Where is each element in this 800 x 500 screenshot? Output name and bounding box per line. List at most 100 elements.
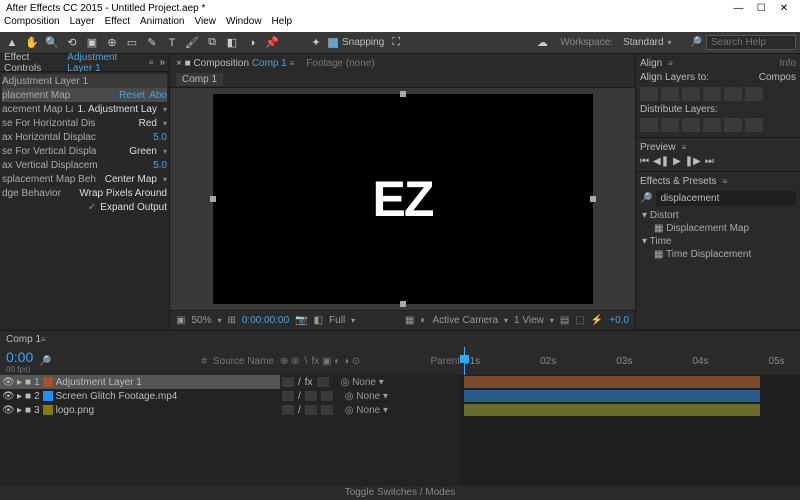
val-edge[interactable]: Wrap Pixels Around	[79, 188, 167, 199]
layer-row-2[interactable]: 👁▸■2Screen Glitch Footage.mp4	[0, 389, 280, 403]
view-dropdown[interactable]: 1 View	[514, 315, 544, 326]
layer-bar-2[interactable]	[464, 390, 760, 402]
hand-tool-icon[interactable]: ✋	[24, 35, 40, 51]
timeline-timecode[interactable]: 0:00	[6, 349, 33, 365]
menu-view[interactable]: View	[194, 16, 216, 32]
layer-bar-1[interactable]	[464, 376, 760, 388]
val-vert[interactable]: Green	[129, 146, 157, 157]
preset-group-distort[interactable]: ▾ Distort	[640, 209, 796, 222]
snap-opt-icon[interactable]: ⛶	[388, 35, 404, 51]
val-max-v[interactable]: 5.0	[153, 160, 167, 171]
fast-preview-icon[interactable]: ⚡	[591, 315, 603, 326]
brush-tool-icon[interactable]: 🖌	[184, 35, 200, 51]
footage-tab[interactable]: Footage (none)	[306, 58, 374, 69]
anchor-tool-icon[interactable]: ⊕	[104, 35, 120, 51]
pixel-aspect-icon[interactable]: ⬚	[575, 315, 584, 326]
color-chip[interactable]	[43, 405, 53, 415]
preset-group-time[interactable]: ▾ Time	[640, 235, 796, 248]
close-button[interactable]: ✕	[774, 3, 794, 14]
menu-animation[interactable]: Animation	[140, 16, 184, 32]
reset-link[interactable]: Reset	[119, 90, 145, 101]
dist-4-button[interactable]	[703, 118, 721, 132]
tab-preview[interactable]: Preview	[640, 142, 676, 153]
preset-item-displacement-map[interactable]: ▦ Displacement Map	[640, 222, 796, 235]
menu-window[interactable]: Window	[226, 16, 262, 32]
roto-tool-icon[interactable]: ◑	[244, 35, 260, 51]
tab-align[interactable]: Align	[640, 58, 662, 69]
help-search-input[interactable]	[706, 35, 796, 50]
tab-info[interactable]: Info	[779, 58, 796, 69]
zoom-tool-icon[interactable]: 🔍	[44, 35, 60, 51]
align-bottom-button[interactable]	[745, 87, 763, 101]
prev-frame-button[interactable]: ◀❚	[653, 156, 669, 167]
first-frame-button[interactable]: ⏮	[640, 156, 649, 167]
color-chip[interactable]	[43, 391, 53, 401]
grid-icon[interactable]: ▦	[405, 315, 414, 326]
search-timeline-icon[interactable]: 🔎	[39, 356, 51, 367]
col-source[interactable]: Source Name	[213, 356, 274, 367]
align-right-button[interactable]	[682, 87, 700, 101]
menu-composition[interactable]: Composition	[4, 16, 60, 32]
dist-5-button[interactable]	[724, 118, 742, 132]
presets-search-input[interactable]	[656, 191, 796, 206]
effect-section[interactable]: placement Map	[2, 90, 115, 101]
parent-dropdown[interactable]: None	[352, 377, 376, 388]
tracks-area[interactable]	[460, 375, 800, 486]
align-top-button[interactable]	[703, 87, 721, 101]
snapping-toggle[interactable]: Snapping ⛶	[328, 35, 404, 51]
handle-top[interactable]	[400, 91, 406, 97]
minimize-button[interactable]: —	[728, 3, 748, 14]
rotate-tool-icon[interactable]: ⟲	[64, 35, 80, 51]
switch[interactable]	[282, 377, 294, 387]
align-left-button[interactable]	[640, 87, 658, 101]
timecode-display[interactable]: 0:00:00:00	[242, 315, 289, 326]
timeline-tab[interactable]: Comp 1	[6, 334, 41, 345]
maximize-button[interactable]: ☐	[751, 3, 771, 14]
layer-bar-3[interactable]	[464, 404, 760, 416]
tab-effects-presets[interactable]: Effects & Presets	[640, 176, 717, 187]
visibility-icon[interactable]: 👁	[2, 391, 14, 402]
toggle-switches-button[interactable]: Toggle Switches / Modes	[0, 486, 800, 500]
zoom-icon[interactable]: ▣	[176, 315, 185, 326]
handle-bottom[interactable]	[400, 301, 406, 307]
tab-effect-controls[interactable]: Effect Controls	[4, 52, 61, 74]
menu-layer[interactable]: Layer	[70, 16, 95, 32]
eraser-tool-icon[interactable]: ◧	[224, 35, 240, 51]
dist-2-button[interactable]	[661, 118, 679, 132]
val-horiz[interactable]: Red	[139, 118, 157, 129]
layer-row-3[interactable]: 👁▸■3logo.png	[0, 403, 280, 417]
comp-tab-group[interactable]: × ■ Composition Comp 1 ≡	[176, 58, 294, 69]
parent-dropdown[interactable]: None	[356, 391, 380, 402]
res-dropdown[interactable]: Full	[329, 315, 345, 326]
last-frame-button[interactable]: ⏭	[705, 156, 714, 167]
playhead[interactable]	[464, 347, 465, 375]
camera-dropdown[interactable]: Active Camera	[432, 315, 498, 326]
layer-row-1[interactable]: 👁▸■1Adjustment Layer 1	[0, 375, 280, 389]
menu-help[interactable]: Help	[272, 16, 293, 32]
val-expand[interactable]: Expand Output	[100, 202, 167, 213]
time-ruler[interactable]: 01s 02s 03s 04s 05s	[460, 347, 800, 375]
toggle-alpha-icon[interactable]: ◐	[420, 315, 426, 326]
exposure-display[interactable]: +0.0	[609, 315, 629, 326]
handle-right[interactable]	[590, 196, 596, 202]
dist-3-button[interactable]	[682, 118, 700, 132]
next-frame-button[interactable]: ❚▶	[685, 156, 701, 167]
val-behavior[interactable]: Center Map	[105, 174, 157, 185]
align-hcenter-button[interactable]	[661, 87, 679, 101]
align-vcenter-button[interactable]	[724, 87, 742, 101]
canvas[interactable]: EZ	[213, 94, 593, 304]
dist-6-button[interactable]	[745, 118, 763, 132]
visibility-icon[interactable]: 👁	[2, 377, 14, 388]
view-opt-icon[interactable]: ▤	[560, 315, 569, 326]
comp-subtab[interactable]: Comp 1	[176, 73, 223, 86]
pen-tool-icon[interactable]: ✎	[144, 35, 160, 51]
cloud-sync-icon[interactable]: ☁	[534, 35, 550, 51]
play-button[interactable]: ▶	[673, 156, 681, 167]
handle-left[interactable]	[210, 196, 216, 202]
switch[interactable]	[282, 391, 294, 401]
val-map-layer[interactable]: 1. Adjustment Lay	[77, 104, 157, 115]
parent-dropdown[interactable]: None	[356, 405, 380, 416]
channel-icon[interactable]: ⊞	[227, 315, 235, 326]
local-axis-icon[interactable]: ✦	[308, 35, 324, 51]
workspace-dropdown[interactable]: Standard	[623, 37, 664, 48]
